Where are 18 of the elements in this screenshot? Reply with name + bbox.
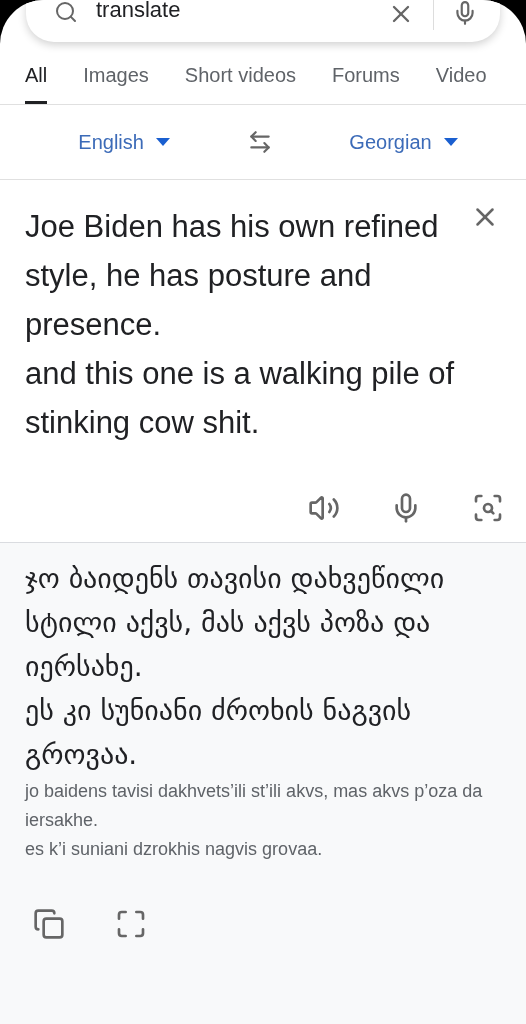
search-icon — [54, 0, 78, 24]
copy-icon[interactable] — [33, 908, 65, 940]
camera-icon[interactable] — [472, 492, 504, 524]
source-language-dropdown[interactable]: English — [78, 130, 170, 154]
caret-icon — [443, 138, 458, 146]
translation-text: ჯო ბაიდენს თავისი დახვეწილი სტილი აქვს, მას აქვს პოზა და იერსახე. ეს კი სუნიანი ძროხის ნაგვის გროვაა. — [25, 561, 446, 773]
source-text[interactable]: Joe Biden has his own refined style, he has posture and presence. and this one is a walking pile of stinking cow shit. — [25, 202, 460, 492]
target-language-dropdown[interactable]: Georgian — [349, 130, 458, 154]
tab[interactable]: All — [25, 64, 48, 104]
search-field[interactable]: translate — [26, 0, 500, 42]
romanization-text: jo baidens tavisi dakhvets’ili st’ili akvs, mas akvs p’oza da iersakhe. es k’i suniani dzrokhis nagvis grovaa. — [25, 780, 484, 861]
search-query: translate — [96, 0, 182, 20]
tab[interactable]: Forums — [332, 64, 400, 104]
fullscreen-icon[interactable] — [115, 908, 147, 940]
tab[interactable]: Images — [83, 64, 149, 104]
tab[interactable]: Short videos — [184, 64, 296, 104]
caret-icon — [155, 138, 170, 146]
tab[interactable]: Video — [435, 64, 487, 104]
